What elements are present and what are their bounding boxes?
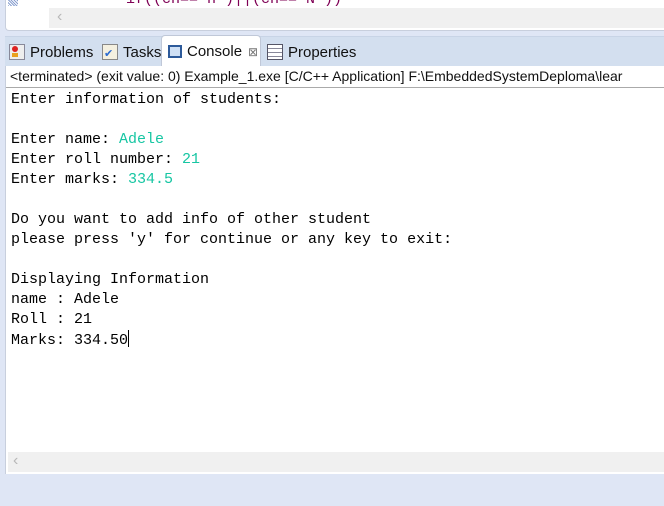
console-line: Do you want to add info of other student — [11, 210, 452, 230]
console-line: Enter marks: 334.5 — [11, 170, 452, 190]
text-caret — [128, 330, 130, 347]
tab-label: Properties — [288, 43, 357, 61]
output-text: Marks: 334.50 — [11, 332, 129, 349]
console-line: Roll : 21 — [11, 310, 452, 330]
output-text: Displaying Information — [11, 271, 210, 288]
console-output[interactable]: Enter information of students: Enter name… — [11, 90, 452, 351]
scroll-left-icon[interactable]: ‹ — [57, 8, 62, 26]
tab-label: Console — [187, 43, 243, 60]
console-icon — [168, 45, 182, 58]
output-text: please press 'y' for continue or any key… — [11, 231, 453, 248]
console-line: Marks: 334.50 — [11, 330, 452, 351]
console-line: Enter name: Adele — [11, 130, 452, 150]
output-text: Enter marks: — [11, 171, 129, 188]
scroll-left-icon[interactable]: ‹ — [13, 452, 18, 470]
output-text: Do you want to add info of other student — [11, 211, 372, 228]
user-input-text: Adele — [119, 131, 165, 148]
console-line: please press 'y' for continue or any key… — [11, 230, 452, 250]
console-process-label: <terminated> (exit value: 0) Example_1.e… — [10, 68, 623, 84]
tab-problems[interactable]: Problems — [9, 37, 93, 67]
code-line: if((ch=='n')||(ch=='N')) — [126, 0, 342, 8]
tab-properties[interactable]: Properties — [267, 37, 356, 67]
editor-pane: if((ch=='n')||(ch=='N')) ‹ — [5, 0, 664, 31]
console-line: Enter information of students: — [11, 90, 452, 110]
console-horizontal-scrollbar[interactable]: ‹ — [8, 452, 664, 472]
tab-label: Problems — [30, 43, 94, 61]
output-text: Enter information of students: — [11, 91, 282, 108]
tab-tasks[interactable]: ✔ Tasks — [102, 37, 161, 67]
console-view: <terminated> (exit value: 0) Example_1.e… — [5, 66, 664, 474]
output-text: Enter roll number: — [11, 151, 183, 168]
user-input-text: 334.5 — [128, 171, 174, 188]
user-input-text: 21 — [182, 151, 201, 168]
divider — [6, 87, 664, 88]
tab-label: Tasks — [123, 43, 162, 61]
view-tab-bar: Problems ✔ Tasks Console ⊠ Properties — [5, 35, 664, 68]
tasks-icon: ✔ — [102, 44, 118, 60]
close-icon[interactable]: ⊠ — [248, 45, 258, 59]
console-line: Displaying Information — [11, 270, 452, 290]
editor-horizontal-scrollbar[interactable]: ‹ — [49, 8, 664, 28]
output-text: Roll : 21 — [11, 311, 93, 328]
output-text: Enter name: — [11, 131, 120, 148]
problems-icon — [9, 44, 25, 60]
gutter-marker — [8, 0, 18, 6]
output-text: name : Adele — [11, 291, 120, 308]
properties-icon — [267, 44, 283, 60]
console-line: Enter roll number: 21 — [11, 150, 452, 170]
tab-console[interactable]: Console ⊠ — [161, 35, 261, 67]
console-line: name : Adele — [11, 290, 452, 310]
